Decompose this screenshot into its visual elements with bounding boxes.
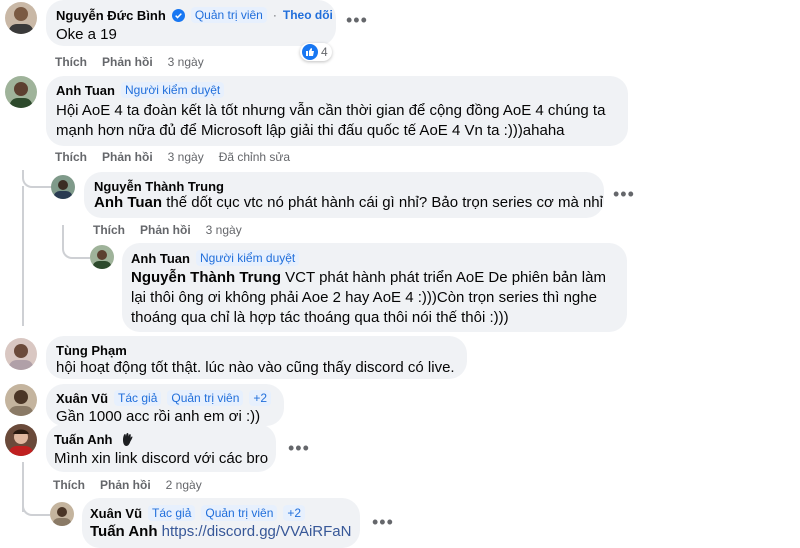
role-badge: Tác giả [148, 505, 196, 521]
avatar[interactable] [5, 338, 37, 370]
timestamp[interactable]: 3 ngày [168, 150, 204, 164]
comment-bubble: Tuấn Anh Mình xin link discord với các b… [46, 424, 276, 472]
comment-body: thế dốt cục vtc nó phát hành cái gì nhỉ?… [162, 194, 603, 211]
comment-text: Anh Tuan thế dốt cục vtc nó phát hành cá… [94, 193, 603, 213]
avatar-image [9, 7, 33, 34]
avatar-image [9, 390, 33, 416]
role-badge: Quản trị viên [190, 7, 267, 23]
comment-author[interactable]: Tuấn Anh [54, 432, 113, 447]
more-options-icon[interactable]: ••• [288, 438, 310, 459]
comment-bubble: Tùng Phạm hội hoạt động tốt thật. lúc nà… [46, 336, 467, 379]
comment-actions: Thích Phản hồi 3 ngày [55, 55, 204, 69]
comment-actions: Thích Phản hồi 3 ngày Đã chỉnh sửa [55, 150, 290, 164]
reaction-number: 4 [321, 45, 328, 59]
thread-line [22, 498, 50, 516]
more-badges[interactable]: +2 [283, 505, 306, 521]
more-options-icon[interactable]: ••• [372, 512, 394, 533]
comment-author[interactable]: Nguyễn Thành Trung [94, 179, 224, 194]
avatar-image [9, 344, 33, 370]
like-button[interactable]: Thích [55, 150, 87, 164]
reply-button[interactable]: Phản hồi [100, 478, 151, 492]
timestamp[interactable]: 2 ngày [166, 478, 202, 492]
comment-bubble: Nguyễn Đức Bình Quản trị viên · Theo dõi… [46, 0, 336, 46]
discord-link[interactable]: https://discord.gg/VVAiRFaN [162, 523, 352, 540]
avatar[interactable] [90, 245, 114, 269]
edited-label: Đã chỉnh sửa [218, 150, 291, 164]
comment-actions: Thích Phản hồi 2 ngày [53, 478, 202, 492]
role-badge: Quản trị viên [201, 505, 278, 521]
avatar-image [54, 180, 72, 199]
reaction-count[interactable]: 4 [300, 43, 332, 61]
comment-bubble: Xuân Vũ Tác giả Quản trị viên +2 Tuấn An… [82, 498, 360, 548]
wave-badge-icon [122, 433, 132, 446]
timestamp[interactable]: 3 ngày [168, 55, 204, 69]
more-badges[interactable]: +2 [249, 390, 272, 406]
avatar-image [10, 82, 32, 108]
reply-button[interactable]: Phản hồi [140, 223, 191, 237]
comment-bubble: Anh Tuan Người kiểm duyệt Hội AoE 4 ta đ… [46, 76, 628, 146]
more-options-icon[interactable]: ••• [613, 184, 635, 205]
avatar-image [93, 250, 111, 269]
comment-author[interactable]: Tùng Phạm [56, 343, 127, 358]
verified-badge-icon [171, 8, 185, 22]
role-badge: Người kiểm duyệt [120, 82, 225, 98]
comment-author[interactable]: Anh Tuan [56, 83, 115, 98]
avatar[interactable] [5, 424, 37, 456]
comment-author[interactable]: Nguyễn Đức Bình [56, 8, 166, 23]
reply-button[interactable]: Phản hồi [102, 55, 153, 69]
avatar[interactable] [50, 502, 74, 526]
mention-link[interactable]: Anh Tuan [94, 194, 162, 211]
role-badge: Người kiểm duyệt [195, 250, 300, 266]
avatar-image [53, 507, 71, 526]
like-icon [302, 44, 318, 60]
comment-text: Tuấn Anh https://discord.gg/VVAiRFaN [90, 522, 351, 542]
timestamp[interactable]: 3 ngày [206, 223, 242, 237]
separator: · [272, 8, 277, 22]
comment-author[interactable]: Xuân Vũ [56, 391, 108, 406]
comment-bubble: Xuân Vũ Tác giả Quản trị viên +2 Gần 100… [46, 384, 284, 426]
comment-text: Oke a 19 [56, 26, 117, 43]
thread-line [22, 170, 52, 188]
follow-button[interactable]: Theo dõi [283, 8, 333, 22]
comment-text: hội hoạt động tốt thật. lúc nào vào cũng… [56, 359, 455, 376]
thread-line [62, 225, 90, 259]
mention-link[interactable]: Nguyễn Thành Trung [131, 269, 281, 286]
like-button[interactable]: Thích [55, 55, 87, 69]
thread-line [22, 186, 24, 326]
mention-link[interactable]: Tuấn Anh [90, 523, 158, 540]
avatar[interactable] [5, 384, 37, 416]
comment-bubble: Anh Tuan Người kiểm duyệt Nguyễn Thành T… [122, 243, 627, 332]
comment-text: Nguyễn Thành Trung VCT phát hành phát tr… [131, 268, 621, 328]
avatar[interactable] [51, 175, 75, 199]
avatar[interactable] [5, 2, 37, 34]
comment-text: Hội AoE 4 ta đoàn kết là tốt nhưng vẫn c… [56, 102, 606, 139]
avatar[interactable] [5, 76, 37, 108]
role-badge: Tác giả [114, 390, 162, 406]
reply-button[interactable]: Phản hồi [102, 150, 153, 164]
role-badge: Quản trị viên [167, 390, 244, 406]
comment-text: Mình xin link discord với các bro [54, 450, 269, 467]
like-button[interactable]: Thích [53, 478, 85, 492]
comment-author[interactable]: Anh Tuan [131, 251, 190, 266]
like-button[interactable]: Thích [93, 223, 125, 237]
avatar-image [9, 429, 33, 456]
more-options-icon[interactable]: ••• [346, 10, 368, 31]
comment-actions: Thích Phản hồi 3 ngày [93, 223, 242, 237]
comment-bubble: Nguyễn Thành Trung Anh Tuan thế dốt cục … [84, 172, 604, 218]
comment-author[interactable]: Xuân Vũ [90, 506, 142, 521]
